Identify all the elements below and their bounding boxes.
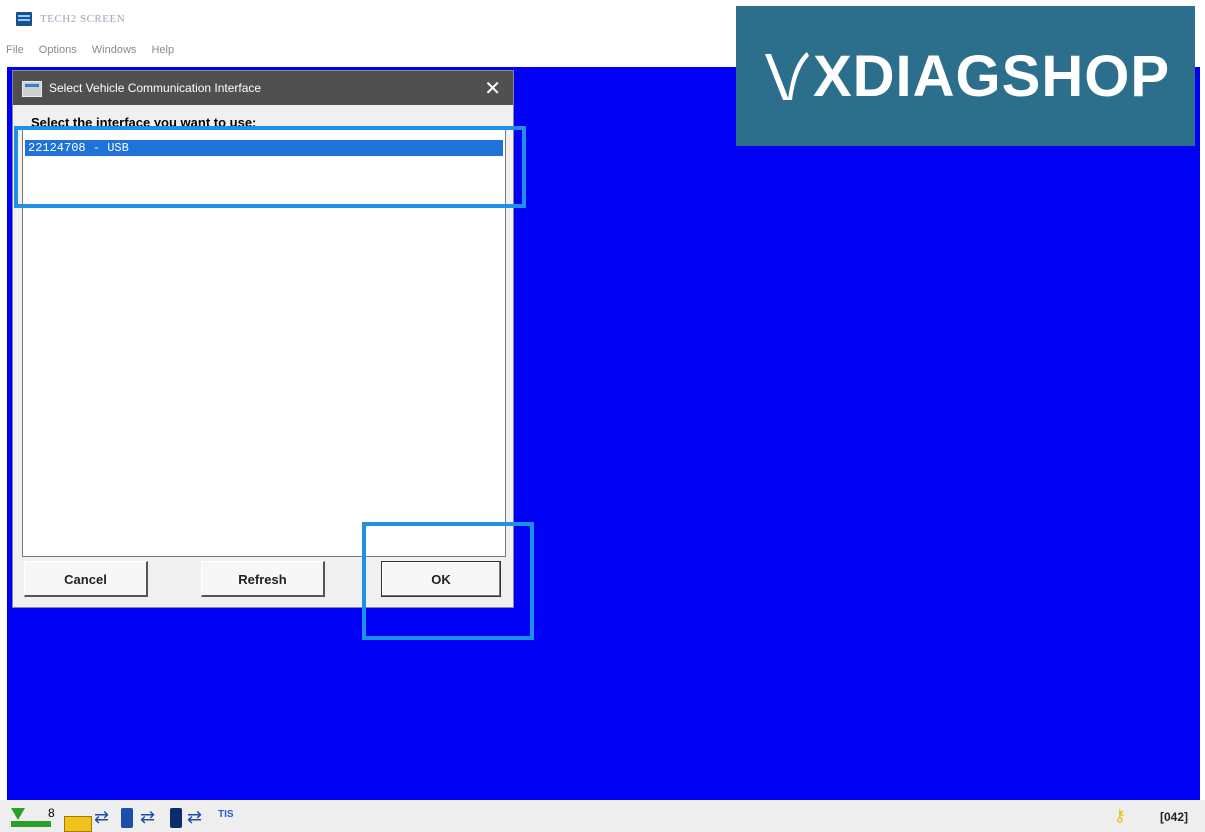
tis-label[interactable]: TIS [218, 809, 234, 820]
list-item-interface[interactable]: 22124708 - USB [25, 140, 503, 156]
menu-file[interactable]: File [6, 44, 24, 56]
window-edge [1200, 0, 1205, 800]
menu-help[interactable]: Help [151, 44, 174, 56]
select-interface-dialog: Select Vehicle Communication Interface ✕… [12, 70, 514, 608]
watermark-logo: XDIAGSHOP [736, 6, 1195, 146]
transfer-arrows-icon: ⇄ [187, 807, 203, 827]
key-icon: ⚷ [1114, 808, 1126, 825]
window-icon [22, 81, 42, 97]
signal-icon [11, 808, 25, 820]
transfer-arrows-icon: ⇄ [140, 807, 156, 827]
folder-icon[interactable] [64, 816, 92, 832]
dialog-title-bar[interactable]: Select Vehicle Communication Interface ✕ [13, 71, 513, 105]
app-title: TECH2 SCREEN [40, 13, 126, 25]
app-title-bar: TECH2 SCREEN [0, 0, 740, 40]
close-icon[interactable]: ✕ [484, 76, 501, 101]
signal-bar [11, 821, 51, 827]
menu-bar: File Options Windows Help [6, 44, 186, 62]
ok-button[interactable]: OK [381, 561, 501, 597]
refresh-button[interactable]: Refresh [201, 561, 325, 597]
app-logo-icon [16, 12, 32, 26]
tech2-device-icon[interactable] [170, 808, 182, 828]
menu-options[interactable]: Options [39, 44, 77, 56]
dialog-prompt: Select the interface you want to use: [31, 115, 257, 130]
badge-count: 8 [48, 806, 55, 820]
watermark-text: XDIAGSHOP [812, 43, 1171, 109]
interface-listbox[interactable]: 22124708 - USB [22, 127, 506, 557]
transfer-arrows-icon: ⇄ [94, 807, 110, 827]
logo-v-icon [761, 46, 811, 106]
dialog-title: Select Vehicle Communication Interface [49, 81, 262, 95]
cancel-button[interactable]: Cancel [24, 561, 148, 597]
status-code: [042] [1160, 810, 1189, 824]
device-icon[interactable] [121, 808, 133, 828]
menu-windows[interactable]: Windows [92, 44, 137, 56]
